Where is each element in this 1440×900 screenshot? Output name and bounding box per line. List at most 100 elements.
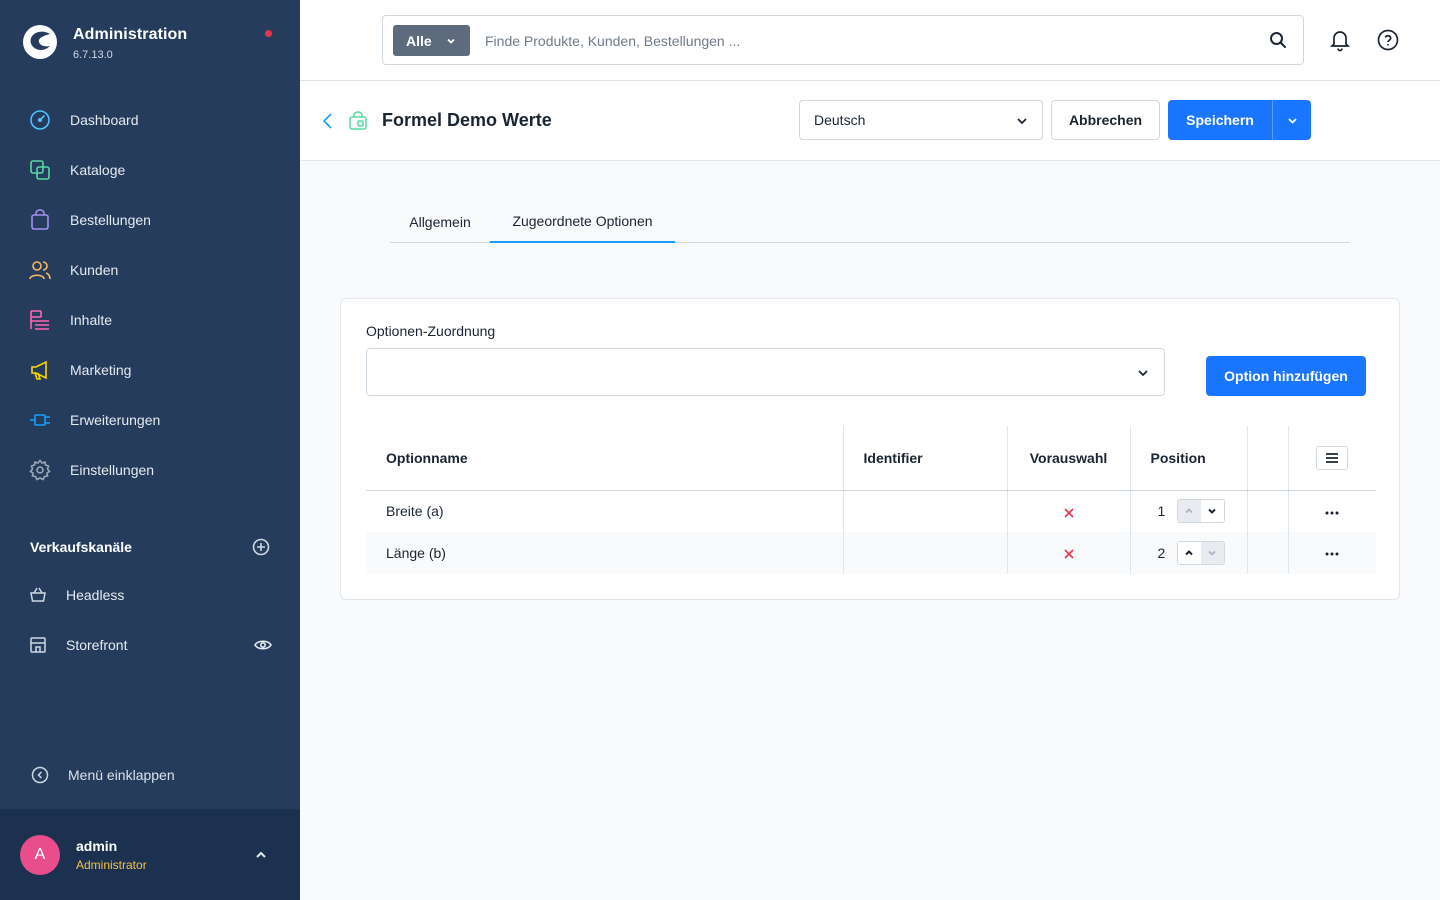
chevron-down-icon (1138, 370, 1148, 377)
user-name: admin (76, 837, 118, 854)
column-header-position[interactable]: Position (1129, 426, 1247, 491)
add-option-button[interactable]: Option hinzufügen (1206, 356, 1366, 396)
nav-label: Einstellungen (70, 462, 155, 478)
options-table: Optionname Identifier Vorauswahl Positio… (366, 426, 1376, 574)
nav-label: Kataloge (70, 162, 126, 178)
user-role: Administrator (76, 857, 147, 872)
more-dots-icon (1325, 511, 1339, 515)
avatar: A (20, 834, 60, 875)
page-title: Formel Demo Werte (382, 110, 552, 130)
tab-zugeordnete-optionen[interactable]: Zugeordnete Optionen (490, 201, 675, 243)
top-bar: Alle (300, 0, 1440, 81)
more-dots-icon (1325, 552, 1339, 556)
channel-storefront[interactable]: Storefront (29, 630, 274, 660)
main-nav: Dashboard Kataloge Bestellungen Kunden I… (0, 95, 300, 495)
column-settings-button[interactable] (1316, 445, 1349, 470)
app-title: Administration (73, 26, 188, 43)
nav-label: Marketing (70, 362, 132, 378)
sales-channels-header: Verkaufskanäle (30, 538, 270, 556)
table-row: Länge (b) 2 (366, 532, 1376, 574)
search-icon[interactable] (1269, 31, 1287, 49)
chevron-down-icon (1208, 550, 1216, 556)
nav-label: Erweiterungen (70, 412, 161, 428)
column-header-empty (1246, 426, 1288, 491)
row-actions[interactable] (1287, 532, 1376, 574)
nav-label: Bestellungen (70, 212, 151, 228)
tab-label: Zugeordnete Optionen (512, 213, 653, 229)
list-icon (1326, 452, 1339, 463)
position-value: 2 (1157, 545, 1166, 561)
help-icon[interactable] (1377, 29, 1399, 51)
chevron-down-icon (1017, 118, 1027, 125)
option-identifier (842, 490, 1007, 532)
plus-circle-icon[interactable] (252, 538, 270, 556)
move-up-button[interactable] (1177, 542, 1201, 564)
chevron-up-icon (1185, 550, 1193, 556)
sales-channels-title: Verkaufskanäle (30, 539, 132, 555)
nav-item-marketing[interactable]: Marketing (0, 345, 300, 395)
sidebar: Administration 6.7.13.0 Dashboard Katalo… (0, 0, 300, 900)
chevron-left-circle-icon (31, 766, 49, 784)
tab-label: Allgemein (409, 214, 471, 230)
option-identifier (842, 532, 1007, 574)
product-bag-icon (349, 111, 367, 130)
chevron-up-icon[interactable] (254, 848, 268, 862)
option-name: Breite (a) (386, 503, 444, 520)
basket-icon (30, 587, 46, 602)
column-header-preselect[interactable]: Vorauswahl (1006, 426, 1130, 491)
catalog-icon (30, 160, 50, 180)
column-header-name[interactable]: Optionname (366, 426, 843, 491)
save-options-button[interactable] (1272, 100, 1311, 140)
cancel-button[interactable]: Abbrechen (1051, 100, 1160, 140)
row-actions[interactable] (1287, 490, 1376, 532)
move-up-button[interactable] (1177, 500, 1201, 523)
tab-allgemein[interactable]: Allgemein (390, 201, 490, 243)
position-stepper (1176, 541, 1225, 565)
nav-item-inhalte[interactable]: Inhalte (0, 295, 300, 345)
nav-item-erweiterungen[interactable]: Erweiterungen (0, 395, 300, 445)
channel-headless[interactable]: Headless (29, 580, 274, 610)
options-assignment-select[interactable] (366, 348, 1165, 396)
column-header-identifier[interactable]: Identifier (842, 426, 1007, 491)
option-preselect (1006, 490, 1130, 532)
search-input[interactable] (485, 28, 1245, 54)
eye-icon[interactable] (254, 636, 272, 654)
user-panel[interactable]: A admin Administrator (0, 809, 300, 900)
shopping-bag-icon (31, 209, 49, 230)
brand: Administration 6.7.13.0 (22, 24, 187, 61)
chevron-down-icon (447, 38, 455, 44)
shopware-logo-icon (23, 25, 57, 59)
nav-item-dashboard[interactable]: Dashboard (0, 95, 300, 145)
nav-item-kunden[interactable]: Kunden (0, 245, 300, 295)
collapse-menu[interactable]: Menü einklappen (31, 766, 175, 784)
position-value: 1 (1157, 503, 1166, 520)
language-select[interactable]: Deutsch (799, 100, 1043, 140)
option-position: 2 (1129, 532, 1247, 574)
nav-label: Kunden (70, 262, 119, 278)
nav-item-einstellungen[interactable]: Einstellungen (0, 445, 300, 495)
nav-label: Dashboard (70, 112, 139, 128)
table-row: Breite (a) 1 (366, 490, 1376, 532)
content-icon (30, 310, 49, 330)
plug-icon (30, 414, 50, 426)
back-arrow-icon[interactable] (321, 112, 335, 130)
option-name: Länge (b) (366, 532, 843, 574)
move-down-button[interactable] (1200, 542, 1224, 564)
move-down-button[interactable] (1200, 500, 1224, 523)
megaphone-icon (31, 360, 47, 380)
save-button[interactable]: Speichern (1168, 100, 1272, 140)
gear-icon (29, 459, 51, 481)
tab-bar: Allgemein Zugeordnete Optionen (390, 201, 1350, 243)
page-header: Formel Demo Werte Deutsch Abbrechen Spei… (300, 81, 1440, 161)
search-type-select[interactable]: Alle (393, 25, 470, 56)
users-icon (29, 261, 51, 280)
bell-icon[interactable] (1328, 28, 1352, 52)
nav-item-bestellungen[interactable]: Bestellungen (0, 195, 300, 245)
language-value: Deutsch (814, 112, 866, 128)
nav-label: Inhalte (70, 312, 113, 328)
nav-item-kataloge[interactable]: Kataloge (0, 145, 300, 195)
channel-label: Headless (66, 587, 125, 603)
option-preselect (1006, 532, 1130, 574)
chevron-up-icon (1185, 508, 1193, 514)
empty-cell (1246, 532, 1288, 574)
